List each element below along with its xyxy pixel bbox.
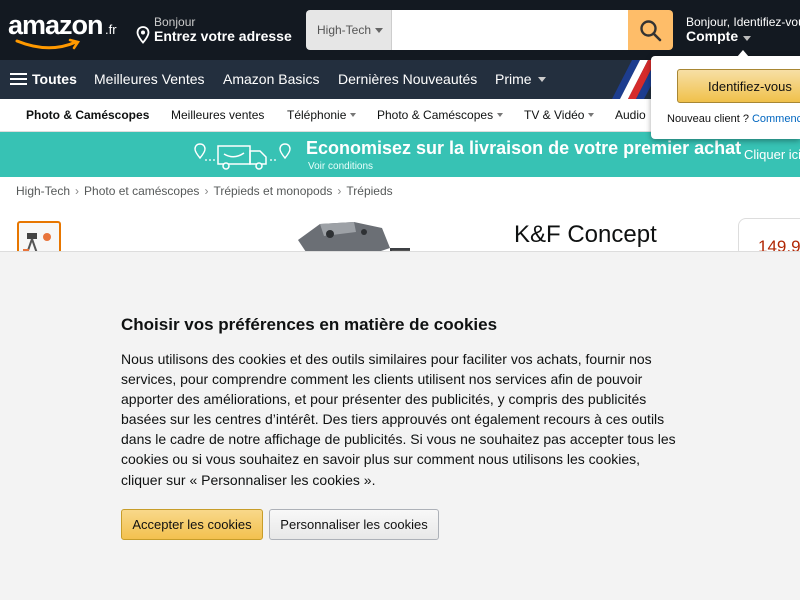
cookie-title: Choisir vos préférences en matière de co… [121,315,498,334]
subnav-photo-camescopes[interactable]: Photo & Caméscopes [377,108,504,122]
new-customer-line: Nouveau client ?Commencer ici. [667,113,800,125]
promo-conditions-link[interactable]: Voir conditions [308,161,373,172]
nav-item-best-sellers[interactable]: Meilleures Ventes [94,71,205,87]
chevron-down-icon [375,28,383,33]
account-label: Compte [686,28,739,44]
search-category-dropdown[interactable]: High-Tech [306,10,392,50]
chevron-down-icon [350,113,357,117]
logo-text: amazon [8,10,104,40]
subnav-photo-label: Photo & Caméscopes [377,108,494,122]
cookie-description: Nous utilisons des cookies et des outils… [121,351,676,488]
search-input[interactable] [392,10,628,50]
search-bar: High-Tech [306,10,673,50]
customize-cookies-button[interactable]: Personnaliser les cookies [269,509,439,540]
account-greeting: Bonjour, Identifiez-vous [686,15,800,29]
breadcrumb: High-Tech › Photo et caméscopes › Trépieds e… [16,184,393,198]
search-button[interactable] [628,10,673,50]
deliver-greeting: Bonjour [154,15,196,29]
chevron-down-icon [743,36,751,41]
breadcrumb-item[interactable]: High-Tech [16,184,70,198]
account-menu[interactable]: Bonjour, Identifiez-vous Compte [686,14,800,46]
nav-item-amazon-basics[interactable]: Amazon Basics [223,71,319,87]
amazon-logo[interactable]: amazon .fr [8,10,123,50]
accept-cookies-button[interactable]: Accepter les cookies [121,509,263,540]
cookie-consent-panel: Choisir vos préférences en matière de co… [0,251,800,600]
subnav-telephonie[interactable]: Téléphonie [287,108,357,122]
account-signin-flyout: Identifiez-vous Nouveau client ?Commence… [651,50,800,139]
subnav-tv-label: TV & Vidéo [524,108,585,122]
chevron-down-icon [497,113,504,117]
subnav-photo-camescopes-title[interactable]: Photo & Caméscopes [26,108,149,122]
logo-tld: .fr [105,22,117,37]
breadcrumb-item[interactable]: Photo et caméscopes [84,184,199,198]
breadcrumb-separator: › [75,184,80,198]
chevron-down-icon [588,113,595,117]
breadcrumb-item[interactable]: Trépieds [346,184,392,198]
new-customer-label: Nouveau client ? [667,113,749,125]
breadcrumb-item[interactable]: Trépieds et monopods [213,184,332,198]
deliver-address-label: Entrez votre adresse [154,28,292,44]
product-brand[interactable]: K&F Concept [514,221,657,249]
chevron-down-icon [538,77,546,82]
flyout-arrow [737,50,749,57]
location-pin-icon [136,26,150,44]
search-icon [640,20,662,42]
subnav-best-sellers[interactable]: Meilleures ventes [171,108,264,122]
hamburger-menu-icon[interactable] [10,73,27,86]
nav-item-new-releases[interactable]: Dernières Nouveautés [338,71,477,87]
subnav-tv-video[interactable]: TV & Vidéo [524,108,595,122]
nav-item-prime[interactable]: Prime [495,71,532,87]
deliver-to-address[interactable]: Bonjour Entrez votre adresse [136,14,298,46]
breadcrumb-separator: › [337,184,342,198]
promo-cta-link[interactable]: Cliquer ici [744,147,800,162]
promo-headline: Economisez sur la livraison de votre pre… [306,138,742,158]
delivery-truck-icon [194,143,291,170]
nav-all-button[interactable]: Toutes [32,71,77,87]
signin-button[interactable]: Identifiez-vous [677,69,800,103]
subnav-audio[interactable]: Audio [615,108,646,122]
subnav-telephonie-label: Téléphonie [287,108,347,122]
search-category-label: High-Tech [317,23,372,37]
amazon-smile-icon [15,38,81,50]
start-here-link[interactable]: Commencer ici. [752,113,800,125]
breadcrumb-separator: › [204,184,209,198]
top-header: amazon .fr Bonjour Entrez votre adresse … [0,0,800,60]
